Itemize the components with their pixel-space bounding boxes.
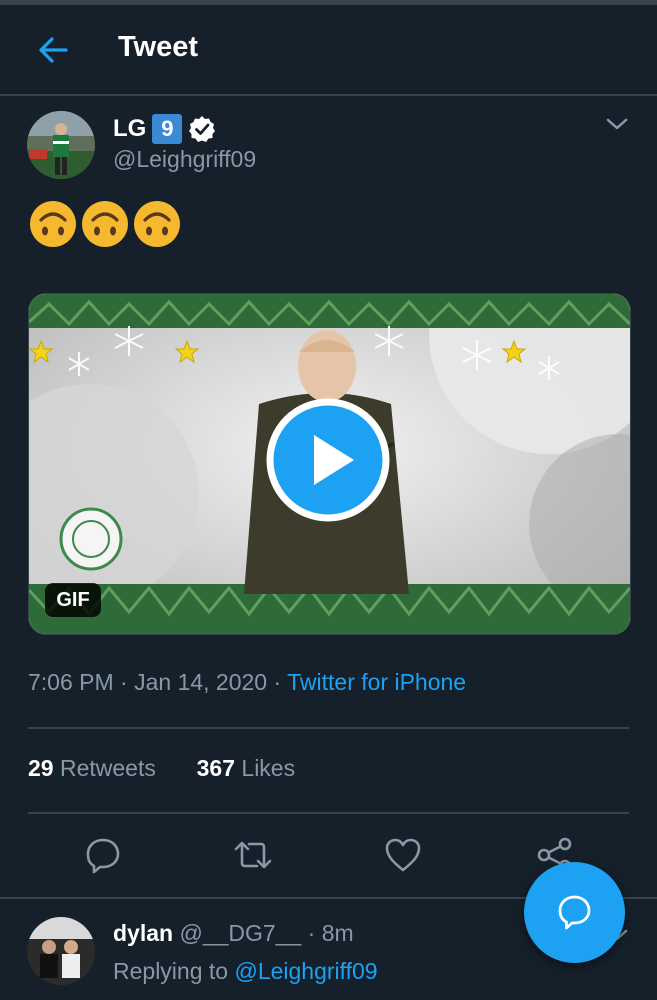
tweet-stats: 29 Retweets 367 Likes <box>28 755 295 782</box>
reply-header: dylan @__DG7__ · 8m <box>113 920 354 947</box>
timestamp: 7:06 PM · Jan 14, 2020 · <box>28 669 288 695</box>
reply-handle-time: @__DG7__ · 8m <box>179 920 354 946</box>
author-handle[interactable]: @Leighgriff09 <box>113 146 256 173</box>
author-name-row[interactable]: LG 9 <box>113 113 216 145</box>
reply-icon[interactable] <box>83 835 123 875</box>
reply-author-name[interactable]: dylan <box>113 920 173 946</box>
play-icon[interactable] <box>266 398 390 522</box>
upside-down-face-icon <box>82 201 128 247</box>
meta-divider <box>28 727 629 729</box>
likes-count: 367 <box>196 755 236 781</box>
likes-label: Likes <box>241 755 296 781</box>
reply-avatar[interactable] <box>27 917 95 985</box>
author-name[interactable]: LG <box>113 115 146 143</box>
retweets-stat[interactable]: 29 Retweets <box>28 755 156 781</box>
back-arrow-icon[interactable] <box>36 33 70 67</box>
page-title: Tweet <box>118 31 199 63</box>
retweets-count: 29 <box>28 755 54 781</box>
tweet-text-emojis <box>28 199 182 249</box>
verified-icon <box>189 116 216 142</box>
retweet-icon[interactable] <box>233 835 273 875</box>
replying-to-label: Replying to <box>113 958 235 984</box>
chevron-down-icon[interactable] <box>604 114 630 134</box>
header: Tweet <box>0 5 657 95</box>
compose-reply-button[interactable] <box>524 862 625 963</box>
number-badge: 9 <box>152 114 183 144</box>
retweets-label: Retweets <box>59 755 156 781</box>
tweet-meta: 7:06 PM · Jan 14, 2020 · Twitter for iPh… <box>28 669 466 696</box>
upside-down-face-icon <box>30 201 76 247</box>
gif-badge: GIF <box>45 583 101 617</box>
like-icon[interactable] <box>383 835 423 875</box>
stats-divider <box>28 812 629 814</box>
header-divider <box>0 94 657 96</box>
upside-down-face-icon <box>134 201 180 247</box>
likes-stat[interactable]: 367 Likes <box>197 755 295 781</box>
compose-reply-icon <box>558 895 591 930</box>
replying-to: Replying to @Leighgriff09 <box>113 958 378 985</box>
avatar[interactable] <box>27 111 95 179</box>
replying-to-mention[interactable]: @Leighgriff09 <box>234 958 377 984</box>
source-link[interactable]: Twitter for iPhone <box>287 669 466 695</box>
